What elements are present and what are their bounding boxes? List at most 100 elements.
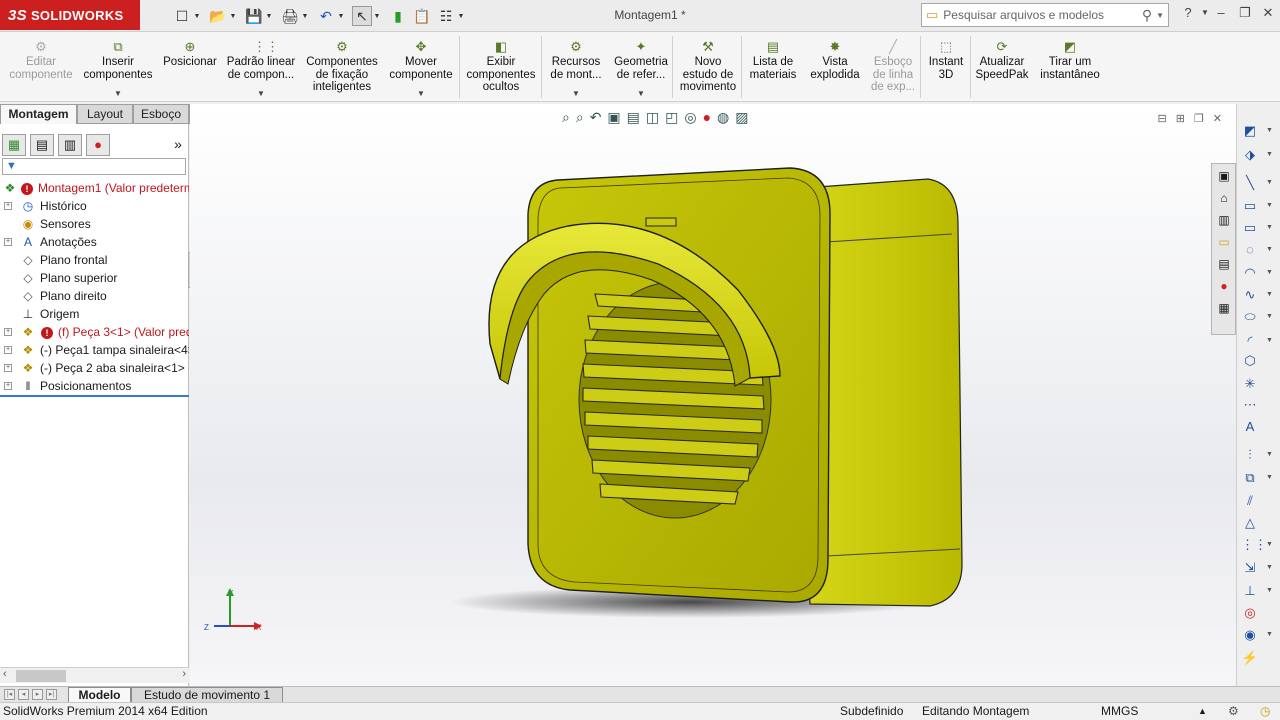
rapid-sketch-icon[interactable]: ⚡ [1241,649,1259,667]
arc-icon[interactable]: ◠ [1241,264,1259,282]
expand-toggle-icon[interactable]: + [4,346,12,354]
tree-filter-field[interactable]: ▼ [2,158,186,175]
polygon-icon[interactable]: ⬡ [1241,352,1259,370]
text-icon[interactable]: A [1241,418,1259,436]
expand-panel-icon[interactable]: » [166,134,190,156]
tree-node[interactable]: + A Anotações [0,233,189,251]
tool-dropdown-icon[interactable]: ▼ [1266,224,1273,231]
mate-button[interactable]: ⊕ Posicionar [156,32,224,102]
tab-2[interactable]: Esboço [133,104,189,124]
fillet-icon[interactable]: ◜ [1241,332,1259,350]
close-button[interactable]: ✕ [1257,5,1279,25]
next-tab-icon[interactable]: ▸ [32,689,43,700]
solidworks-logo[interactable]: 3S SOLIDWORKS [0,0,140,30]
instant-3d-button[interactable]: ⬚ Instant 3D [922,32,970,102]
tab-1[interactable]: Layout [77,104,133,124]
tool-dropdown-icon[interactable]: ▼ [1266,451,1273,458]
tool-dropdown-icon[interactable]: ▼ [1266,127,1273,134]
bottom-tab-0[interactable]: Modelo [68,687,131,703]
tool-dropdown-icon[interactable]: ▼ [1266,269,1273,276]
graphics-area[interactable]: ⌕ ⌕ ↶ ▣ ▤ ◫ ◰ ◎ ● ◍ ▨ ⊟ ⊞ ❐ ✕ Y X Z [190,104,1236,686]
tree-node[interactable]: ❖! Montagem1 (Valor predeterminado<Valor … [0,179,189,197]
options-icon[interactable]: ☷ [436,6,456,26]
scroll-right-icon[interactable]: › [182,668,186,680]
assembly-features-button[interactable]: ⚙ Recursos de mont... ▼ [544,32,608,102]
prev-tab-icon[interactable]: ◂ [18,689,29,700]
centerline-icon[interactable]: ⋯ [1241,396,1259,414]
tree-node[interactable]: + ❖ (-) Peça 2 aba sinaleira<1> (Valor pre… [0,359,189,377]
tool-dropdown-icon[interactable]: ▼ [1266,291,1273,298]
appearances-icon[interactable]: ● [1214,276,1234,296]
new-document-dropdown-icon[interactable]: ▼ [192,6,202,26]
feature-tree-tab-icon[interactable]: ▦ [2,134,26,156]
tree-node[interactable]: + ◷ Histórico [0,197,189,215]
rectangle-icon[interactable]: ▭ [1241,197,1259,215]
point-icon[interactable]: ✳ [1241,375,1259,393]
tool-dropdown-icon[interactable]: ▼ [1266,151,1273,158]
explode-line-sketch-button[interactable]: ╱ Esboço de linha de exp... [866,32,920,102]
line-icon[interactable]: ╲ [1241,174,1259,192]
expand-toggle-icon[interactable]: + [4,328,12,336]
pattern-icon[interactable]: ⋮⋮ [1241,536,1267,554]
unit-system[interactable]: MMGS [1101,703,1138,720]
tab-0[interactable]: Montagem [0,104,77,124]
bill-of-materials-button[interactable]: ▤ Lista de materiais [746,32,800,102]
scroll-thumb[interactable] [16,670,66,682]
tree-node[interactable]: ◇ Plano direito [0,287,189,305]
select-pointer-icon[interactable]: ↖ [352,6,372,26]
tool-dropdown-icon[interactable]: ▼ [1266,631,1273,638]
tree-node[interactable]: + ❖ (-) Peça1 tampa sinaleira<4> (Valor pr… [0,341,189,359]
last-tab-icon[interactable]: ▸| [46,689,57,700]
horizontal-scrollbar[interactable]: ‹ › [0,667,189,683]
first-tab-icon[interactable]: |◂ [4,689,15,700]
move-component-button[interactable]: ✥ Mover componente ▼ [386,32,456,102]
view-palette-icon[interactable]: ▤ [1214,254,1234,274]
tool-dropdown-icon[interactable]: ▼ [1266,541,1273,548]
open-folder-icon[interactable]: 📂 [208,6,228,26]
new-document-icon[interactable]: ☐ [172,6,192,26]
command-dropdown-icon[interactable]: ▼ [417,88,425,101]
minimize-button[interactable]: – [1210,5,1232,25]
reference-geometry-button[interactable]: ✦ Geometria de refer... ▼ [610,32,672,102]
ellipse-icon[interactable]: ⬭ [1241,308,1259,326]
tree-node[interactable]: ◇ Plano frontal [0,251,189,269]
configuration-manager-tab-icon[interactable]: ▥ [58,134,82,156]
save-dropdown-icon[interactable]: ▼ [264,6,274,26]
tree-node[interactable]: + ❖! (f) Peça 3<1> (Valor predeterminado<<… [0,323,189,341]
property-manager-tab-icon[interactable]: ▤ [30,134,54,156]
undo-icon[interactable]: ↶ [316,6,336,26]
search-input[interactable]: Pesquisar arquivos e modelos [943,8,1142,22]
tree-node[interactable]: ◉ Sensores [0,215,189,233]
units-dropdown-icon[interactable]: ▲ [1198,703,1207,720]
take-snapshot-button[interactable]: ◩ Tirar um instantâneo [1034,32,1106,102]
solidworks-resources-icon[interactable]: ▣ [1214,166,1234,186]
repair-icon[interactable]: ◎ [1241,604,1259,622]
expand-toggle-icon[interactable]: + [4,364,12,372]
tool-dropdown-icon[interactable]: ▼ [1266,179,1273,186]
options-dropdown-icon[interactable]: ▼ [456,6,466,26]
expand-toggle-icon[interactable]: + [4,202,12,210]
search-icon[interactable]: ⚲ [1142,7,1152,24]
insert-components-button[interactable]: ⧉ Inserir componentes ▼ [80,32,156,102]
stretch-icon[interactable]: △ [1241,514,1259,532]
undo-dropdown-icon[interactable]: ▼ [336,6,346,26]
tool-dropdown-icon[interactable]: ▼ [1266,313,1273,320]
tree-node[interactable]: + ‖ Posicionamentos [0,377,189,395]
tool-dropdown-icon[interactable]: ▼ [1266,474,1273,481]
save-icon[interactable]: 💾 [244,6,264,26]
file-explorer-icon[interactable]: ▭ [1214,232,1234,252]
tool-dropdown-icon[interactable]: ▼ [1266,587,1273,594]
model-render[interactable] [190,104,1236,686]
tool-dropdown-icon[interactable]: ▼ [1266,246,1273,253]
notification-icon[interactable]: ◷ [1260,703,1270,720]
mirror-icon[interactable]: ⫽ [1241,492,1259,510]
smart-fasteners-button[interactable]: ⚙ Componentes de fixação inteligentes [300,32,384,102]
edit-component-button[interactable]: ⚙ Editar componente [2,32,80,102]
smart-dimension-icon[interactable]: ◩ [1241,122,1259,140]
tree-node[interactable]: ⊥ Origem [0,305,189,323]
select-pointer-dropdown-icon[interactable]: ▼ [372,6,382,26]
dimension-icon[interactable]: ⬗ [1241,146,1259,164]
command-dropdown-icon[interactable]: ▼ [572,88,580,101]
tool-dropdown-icon[interactable]: ▼ [1266,564,1273,571]
print-icon[interactable]: 🖨 [280,6,300,26]
